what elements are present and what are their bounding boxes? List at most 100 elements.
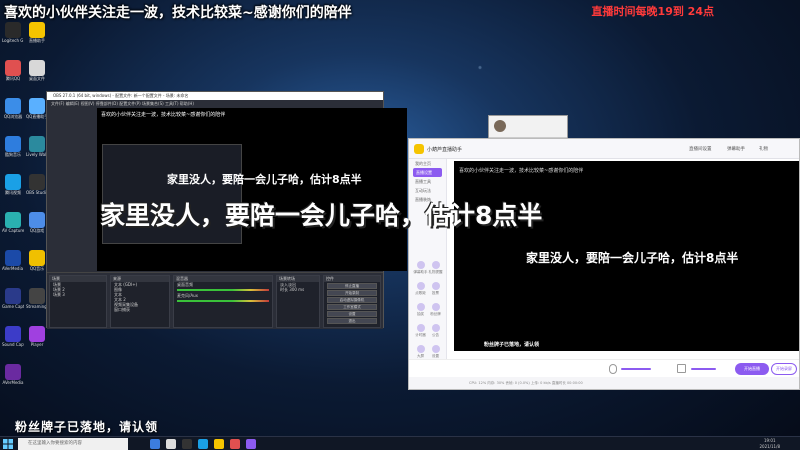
tool-grid-item[interactable]: 抽奖: [413, 301, 428, 322]
desktop-icon[interactable]: Sound Capture: [2, 326, 24, 347]
sidebar-item-tools[interactable]: 直播工具: [409, 177, 446, 186]
desktop-icon[interactable]: Streaming Tool: [26, 288, 48, 309]
tool-icon: [416, 261, 425, 269]
taskbar-clock[interactable]: 19:01 2021/11/8: [759, 438, 780, 450]
desktop-icon[interactable]: QQ音乐: [26, 250, 48, 271]
desktop-icon[interactable]: Game Capture: [2, 288, 24, 309]
tool-grid-item[interactable]: 点歌姬: [413, 280, 428, 301]
tool-grid-item[interactable]: 公告: [428, 322, 443, 343]
start-recording-button[interactable]: 开始录屏: [771, 363, 797, 375]
desktop-icon-label: AV Capture: [2, 228, 24, 233]
tool-icon: [416, 303, 425, 311]
obs-menu-bar[interactable]: 文件(F) 编辑(E) 视图(V) 停靠部件(D) 配置文件(P) 场景集合(S…: [47, 100, 383, 107]
obs-preview[interactable]: 喜欢的小伙伴关注走一波，技术比较菜~感谢你们的陪伴 家里没人，要陪一会儿子哈，估…: [97, 108, 407, 271]
mic-volume-slider[interactable]: [621, 368, 651, 370]
desktop-icon[interactable]: Logitech G HUB: [2, 22, 24, 43]
desktop-icon[interactable]: AVerMedia RECentral: [2, 250, 24, 271]
obs-sources-panel[interactable]: 来源 文本 (GDI+) 图像 文本 文本 2 视频采集设备 窗口捕获: [110, 275, 170, 328]
desktop-icon[interactable]: AVerMedia: [2, 364, 24, 385]
stop-streaming-button[interactable]: 停止直播: [327, 283, 377, 289]
desktop-icon[interactable]: 桌面文件: [26, 60, 48, 81]
app-icon: [29, 326, 45, 342]
tab-room-settings[interactable]: 直播间设置: [689, 146, 712, 152]
desktop-icon-label: QQ游戏: [29, 228, 45, 233]
taskbar-app-icon[interactable]: [198, 439, 208, 449]
desktop-icon-label: QQ直播助手: [26, 114, 48, 119]
desktop-icon[interactable]: Lively Wallpaper: [26, 136, 48, 157]
desktop-icon[interactable]: QQ游戏: [26, 212, 48, 233]
tool-grid-item[interactable]: 投票: [428, 280, 443, 301]
obs-mixer-panel[interactable]: 混音器 桌面音频 麦克风/Aux: [173, 275, 273, 328]
app-icon: [5, 212, 21, 228]
studio-mode-button[interactable]: 工作室模式: [327, 304, 377, 310]
desktop-icon[interactable]: QQ直播助手: [26, 98, 48, 119]
obs-controls-panel[interactable]: 控件 停止直播 开始录制 启动虚拟摄像机 工作室模式 设置 退出: [323, 275, 381, 328]
app-icon: [29, 60, 45, 76]
desktop-icon[interactable]: 酷狗音乐: [2, 136, 24, 157]
settings-button[interactable]: 设置: [327, 311, 377, 317]
taskbar-app-icon[interactable]: [150, 439, 160, 449]
desktop-icon[interactable]: AV Capture: [2, 212, 24, 233]
desktop-icon-label: QQ浏览器: [3, 114, 23, 119]
obs-title-bar[interactable]: OBS 27.0.1 (64 bit, windows) - 配置文件: 新一个…: [47, 92, 383, 100]
desktop-icon[interactable]: 腾讯QQ: [2, 60, 24, 81]
speaker-icon[interactable]: [677, 364, 686, 373]
desktop-icon[interactable]: OBS Studio: [26, 174, 48, 195]
app-preview[interactable]: 喜欢的小伙伴关注走一波，技术比较菜~感谢你们的陪伴 家里没人，要陪一会儿子哈，估…: [454, 161, 799, 351]
tool-grid-item[interactable]: 礼物提醒: [428, 259, 443, 280]
taskbar-app-icon[interactable]: [166, 439, 176, 449]
mic-icon[interactable]: [609, 364, 617, 374]
obs-scenes-panel[interactable]: 场景 场景 场景 2 场景 3: [49, 275, 107, 328]
virtual-camera-button[interactable]: 启动虚拟摄像机: [327, 297, 377, 303]
desktop-icon[interactable]: Player: [26, 326, 48, 347]
streaming-assistant-window[interactable]: 小葫芦直播助手 直播间设置 弹幕助手 礼物 我的主页 直播设置 直播工具 互动玩…: [408, 138, 800, 390]
background-window-titlebar[interactable]: [489, 116, 567, 138]
preview-caption-top: 喜欢的小伙伴关注走一波，技术比较菜~感谢你们的陪伴: [459, 168, 584, 174]
desktop-icon-label: 直播助手: [29, 38, 45, 43]
desktop-icon-label: AVerMedia: [2, 380, 24, 385]
taskbar-obs-icon[interactable]: [182, 439, 192, 449]
tab-danmaku[interactable]: 弹幕助手: [727, 146, 745, 152]
app-title-bar[interactable]: 小葫芦直播助手 直播间设置 弹幕助手 礼物: [409, 139, 799, 159]
tool-grid-item[interactable]: 弹幕助手: [413, 259, 428, 280]
sidebar-item-stream-settings[interactable]: 直播设置: [413, 168, 442, 177]
app-icon: [29, 136, 45, 152]
tool-label: 礼物提醒: [428, 270, 443, 274]
tool-grid-item[interactable]: 粉丝牌: [428, 301, 443, 322]
tool-label: 抽奖: [417, 312, 424, 316]
start-live-button[interactable]: 开始直播: [735, 363, 769, 375]
desktop-icon[interactable]: 直播助手: [26, 22, 48, 43]
taskbar-app-icon[interactable]: [214, 439, 224, 449]
obs-transitions-panel[interactable]: 场景转场 淡入淡出 时长 300 ms: [276, 275, 320, 328]
transition-duration[interactable]: 时长 300 ms: [277, 287, 319, 292]
tool-icon: [431, 261, 440, 269]
taskbar-app-icon[interactable]: [246, 439, 256, 449]
app-bottom-toolbar: 开始直播 开始录屏: [409, 359, 799, 377]
desktop-icon-label: QQ音乐: [29, 266, 45, 271]
sidebar-item-interactive[interactable]: 互动玩法: [409, 186, 446, 195]
speaker-volume-slider[interactable]: [691, 368, 716, 370]
tab-gifts[interactable]: 礼物: [759, 146, 768, 152]
taskbar-search-input[interactable]: 在这里输入你要搜索的内容: [18, 438, 128, 450]
source-item[interactable]: 窗口捕获: [111, 307, 169, 312]
tool-label: 点歌姬: [415, 291, 426, 295]
overlay-banner-top: 喜欢的小伙伴关注走一波，技术比较菜~感谢你们的陪伴: [4, 5, 352, 21]
tool-label: 公告: [432, 333, 439, 337]
taskbar-app-icon[interactable]: [230, 439, 240, 449]
desktop-icon-label: OBS Studio: [26, 190, 48, 195]
windows-start-icon[interactable]: [3, 439, 13, 449]
exit-button[interactable]: 退出: [327, 318, 377, 324]
desktop-icon[interactable]: 腾讯视频: [2, 174, 24, 195]
start-recording-button[interactable]: 开始录制: [327, 290, 377, 296]
sidebar-item-home[interactable]: 我的主页: [409, 159, 446, 168]
mixer-channel-label: 麦克风/Aux: [177, 293, 198, 298]
tool-grid-item[interactable]: 计时器: [413, 322, 428, 343]
scene-item[interactable]: 场景 3: [50, 292, 106, 297]
desktop-icon-label: 桌面文件: [29, 76, 45, 81]
desktop-icon-label: Sound Capture: [2, 342, 24, 347]
overlay-main-caption: 家里没人，要陪一会儿子哈，估计8点半: [100, 201, 543, 230]
tool-icon: [416, 282, 425, 290]
desktop-icon-label: Game Capture: [2, 304, 24, 309]
app-title: 小葫芦直播助手: [427, 147, 463, 153]
desktop-icon[interactable]: QQ浏览器: [2, 98, 24, 119]
